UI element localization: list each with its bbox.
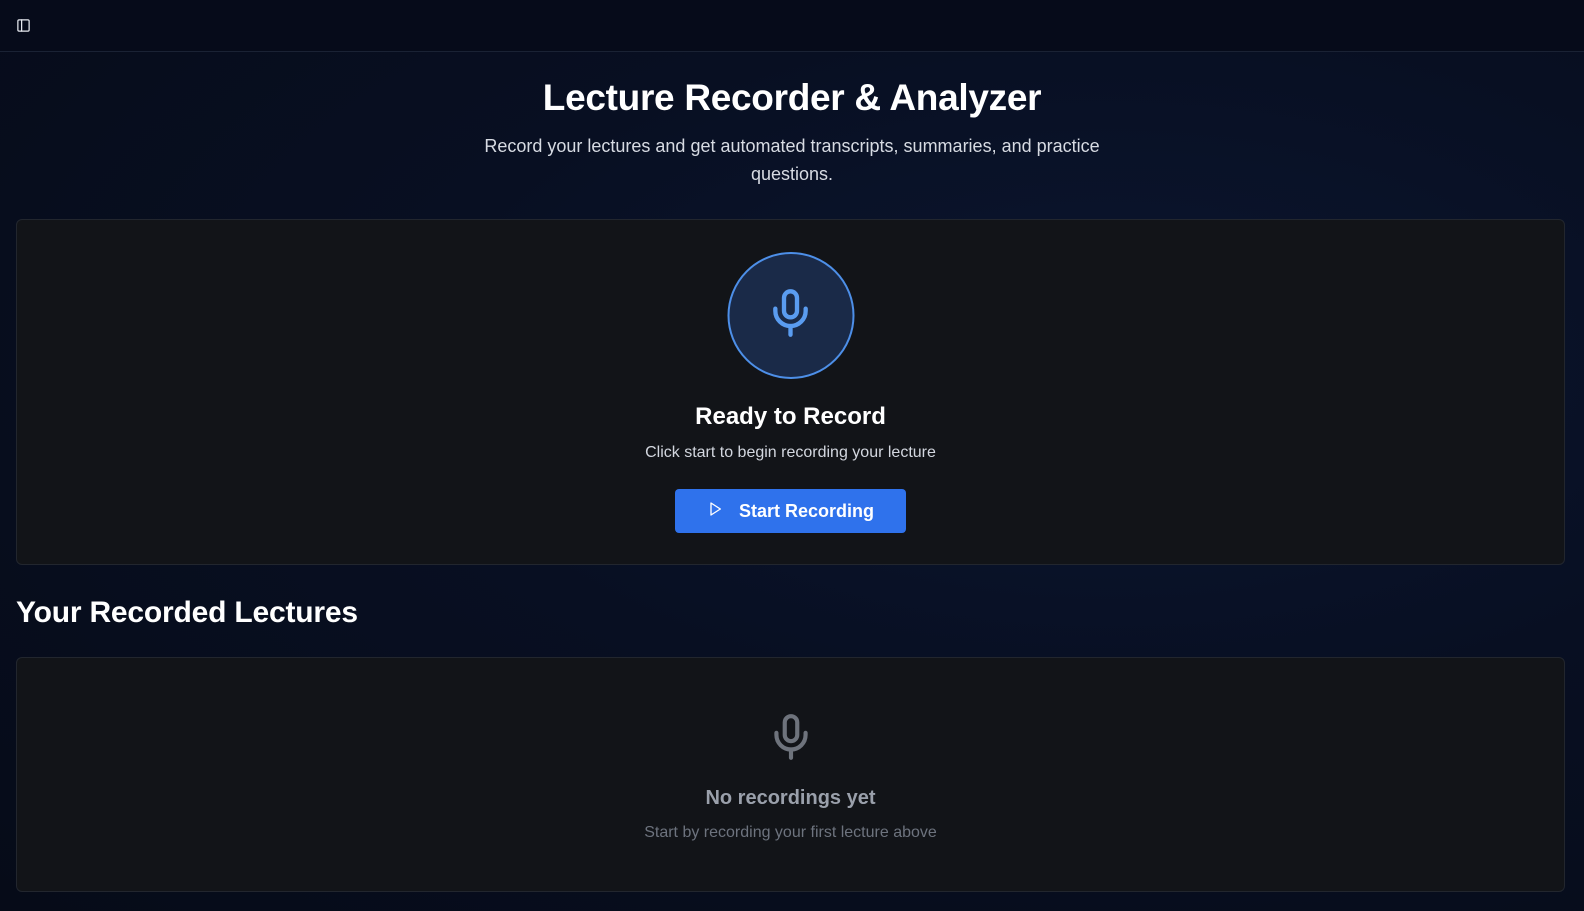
app-root: Lecture Recorder & Analyzer Record your … bbox=[0, 0, 1584, 911]
page-subtitle: Record your lectures and get automated t… bbox=[484, 136, 1100, 184]
microphone-icon bbox=[765, 283, 817, 348]
sidebar-toggle-icon[interactable] bbox=[14, 17, 32, 35]
page-header: Lecture Recorder & Analyzer Record your … bbox=[0, 52, 1584, 188]
recorder-status-title: Ready to Record bbox=[695, 403, 886, 430]
recorder-status-description: Click start to begin recording your lect… bbox=[645, 444, 936, 461]
start-recording-label: Start Recording bbox=[738, 500, 875, 521]
page-title: Lecture Recorder & Analyzer bbox=[542, 77, 1042, 118]
recorder-card: Ready to Record Click start to begin rec… bbox=[16, 219, 1565, 565]
empty-state-title: No recordings yet bbox=[705, 787, 876, 809]
recorded-lectures-card: No recordings yet Start by recording you… bbox=[16, 657, 1565, 892]
top-bar bbox=[0, 0, 1584, 52]
empty-state-description: Start by recording your first lecture ab… bbox=[644, 824, 937, 841]
microphone-badge bbox=[727, 252, 854, 379]
play-icon bbox=[707, 501, 723, 522]
start-recording-button[interactable]: Start Recording bbox=[675, 489, 906, 533]
microphone-icon bbox=[766, 706, 816, 773]
recorded-lectures-heading: Your Recorded Lectures bbox=[16, 596, 358, 629]
